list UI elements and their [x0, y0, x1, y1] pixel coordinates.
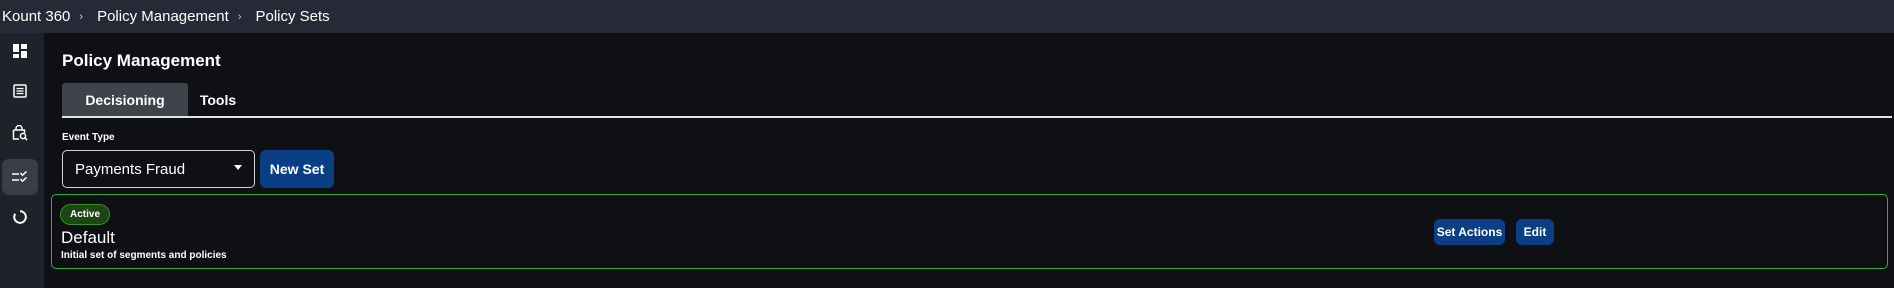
sidebar-item-dashboard[interactable] — [2, 33, 38, 69]
bag-search-icon — [12, 125, 28, 141]
breadcrumb-policy-sets: Policy Sets — [255, 8, 330, 25]
top-bar: Kount 360 › Policy Management › Policy S… — [0, 0, 1894, 33]
ring-icon — [13, 210, 27, 224]
page-title: Policy Management — [62, 51, 221, 70]
main-content: Policy Management Decisioning Tools Even… — [44, 33, 1894, 288]
tab-bar: Decisioning Tools — [62, 83, 1892, 150]
event-type-value: Payments Fraud — [75, 160, 186, 178]
dashboard-icon — [13, 44, 27, 58]
policy-checklist-icon — [12, 171, 28, 183]
breadcrumb-policy-management[interactable]: Policy Management — [97, 8, 229, 25]
breadcrumb-kount-360[interactable]: Kount 360 — [2, 8, 70, 25]
set-actions-button[interactable]: Set Actions — [1434, 219, 1505, 245]
status-badge: Active — [60, 204, 111, 225]
sidebar-item-ring[interactable] — [2, 199, 38, 235]
breadcrumb-separator-icon: › — [237, 10, 242, 23]
sidebar-item-bag-search[interactable] — [2, 115, 38, 151]
policy-set-card: Active Default Initial set of segments a… — [51, 194, 1888, 269]
tab-underline — [62, 116, 1892, 118]
breadcrumb-separator-icon: › — [79, 10, 84, 23]
sidebar-item-policy[interactable] — [2, 159, 38, 195]
edit-button[interactable]: Edit — [1516, 219, 1554, 245]
new-set-button[interactable]: New Set — [260, 150, 334, 188]
tab-tools[interactable]: Tools — [188, 83, 248, 116]
policy-set-name: Default — [61, 228, 115, 247]
caret-down-icon — [234, 165, 242, 170]
sidebar — [0, 33, 44, 288]
tab-decisioning[interactable]: Decisioning — [62, 83, 188, 116]
policy-set-description: Initial set of segments and policies — [61, 250, 227, 261]
list-icon — [13, 84, 27, 98]
event-type-select[interactable]: Payments Fraud — [62, 150, 255, 188]
event-type-label: Event Type — [62, 132, 115, 143]
sidebar-item-list[interactable] — [2, 73, 38, 109]
